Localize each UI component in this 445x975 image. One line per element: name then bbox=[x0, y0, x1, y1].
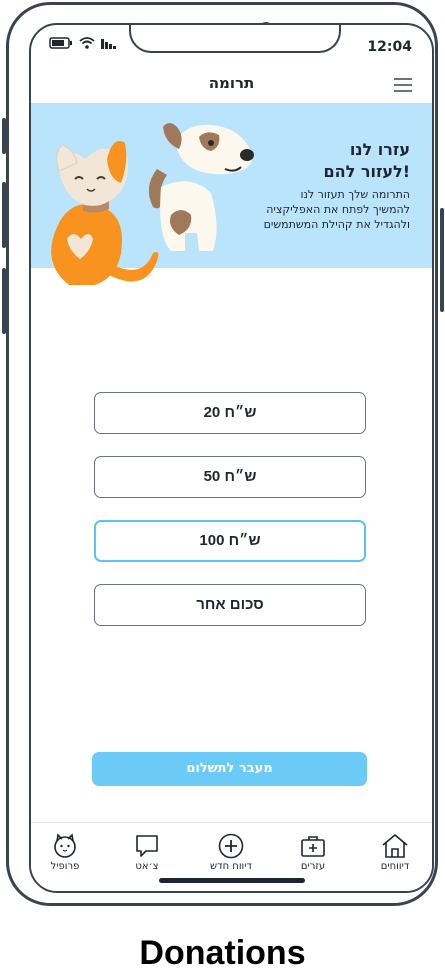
hamburger-menu-icon[interactable] bbox=[394, 78, 412, 92]
banner-text-line1: התרומה שלך תעזור לנו bbox=[300, 188, 410, 201]
phone-frame: 12:04 תרומה עזרו לנו לעזור להם! התרומה ש… bbox=[6, 2, 438, 906]
amount-50-button[interactable]: 50 ש״ח bbox=[94, 456, 366, 498]
screen: 12:04 תרומה עזרו לנו לעזור להם! התרומה ש… bbox=[29, 23, 434, 893]
wifi-icon bbox=[79, 37, 95, 49]
amount-other-button[interactable]: סכום אחר bbox=[94, 584, 366, 626]
banner-text-line3: ולהגדיל את קהילת המשתמשים bbox=[263, 218, 410, 231]
signal-icon bbox=[101, 39, 116, 49]
banner-text-line2: להמשיך לפתח את האפליקציה bbox=[266, 203, 410, 216]
status-icons bbox=[49, 37, 117, 49]
amount-options: 20 ש״ח 50 ש״ח 100 ש״ח סכום אחר bbox=[94, 392, 366, 648]
tab-chat-label: צ׳אט bbox=[135, 861, 159, 872]
amount-100-button[interactable]: 100 ש״ח bbox=[94, 520, 366, 562]
battery-icon bbox=[49, 37, 72, 49]
tab-profile[interactable]: פרופיל bbox=[35, 833, 95, 872]
power-button bbox=[440, 208, 444, 312]
proceed-to-payment-button[interactable]: מעבר לתשלום bbox=[92, 752, 367, 786]
cat-face-icon bbox=[54, 833, 76, 858]
tab-chat[interactable]: צ׳אט bbox=[117, 833, 177, 872]
banner-title-line2: לעזור להם! bbox=[323, 162, 410, 181]
banner-title-line1: עזרו לנו bbox=[349, 140, 410, 159]
status-time: 12:04 bbox=[367, 39, 412, 55]
home-indicator bbox=[159, 878, 305, 883]
first-aid-icon bbox=[301, 836, 325, 857]
bottom-tab-bar: פרופיל צ׳אט דיווח חדש עזרים דיווחים bbox=[31, 822, 432, 891]
amount-20-button[interactable]: 20 ש״ח bbox=[94, 392, 366, 434]
tab-aids[interactable]: עזרים bbox=[283, 833, 343, 872]
tab-reports-label: דיווחים bbox=[380, 861, 410, 872]
donation-banner: עזרו לנו לעזור להם! התרומה שלך תעזור לנו… bbox=[31, 103, 432, 285]
home-icon bbox=[382, 834, 408, 858]
banner-text: התרומה שלך תעזור לנו להמשיך לפתח את האפל… bbox=[230, 187, 410, 232]
plus-circle-icon bbox=[218, 833, 244, 859]
app-header: תרומה bbox=[31, 69, 432, 104]
screen-caption: Donations bbox=[139, 934, 306, 972]
page-title: תרומה bbox=[208, 74, 255, 92]
tab-aids-label: עזרים bbox=[300, 861, 326, 872]
tab-new-report-label: דיווח חדש bbox=[210, 861, 252, 872]
notch bbox=[129, 25, 341, 53]
banner-title: עזרו לנו לעזור להם! bbox=[323, 139, 410, 183]
tab-reports[interactable]: דיווחים bbox=[365, 833, 425, 872]
chat-icon bbox=[136, 835, 158, 857]
tab-profile-label: פרופיל bbox=[50, 861, 80, 872]
tab-new-report[interactable]: דיווח חדש bbox=[201, 833, 261, 872]
